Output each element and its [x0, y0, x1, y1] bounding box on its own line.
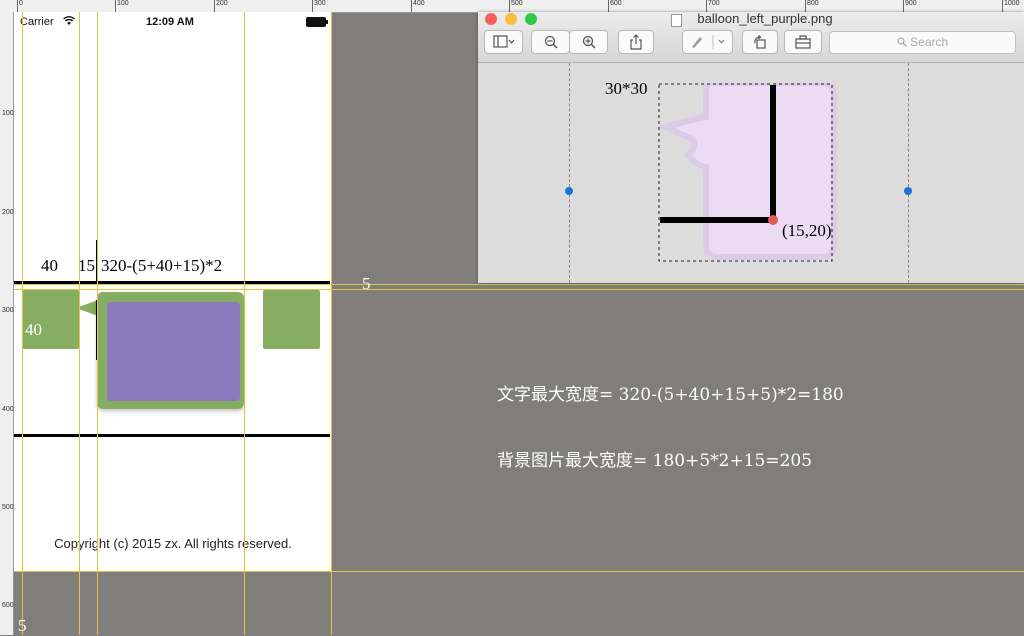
- anchor-point: [768, 215, 778, 225]
- markup-button[interactable]: [682, 30, 733, 54]
- ruler-label: 0: [19, 0, 23, 7]
- guide-dashed-line: [908, 63, 909, 283]
- zoom-out-icon: [544, 35, 558, 49]
- note-text-max-width: 文字最大宽度= 320-(5+40+15+5)*2=180: [497, 385, 844, 405]
- ruler-label: 400: [2, 406, 14, 413]
- ruler-tick: [411, 0, 412, 12]
- guide-line: [97, 12, 98, 635]
- window-title: balloon_left_purple.png: [697, 11, 833, 26]
- avatar-size-label: 40: [25, 320, 42, 339]
- ruler-label: 700: [708, 0, 720, 7]
- guide-line: [14, 284, 1024, 285]
- ruler-label: 600: [2, 602, 14, 609]
- bubble-text-area: [107, 302, 240, 401]
- guide-dashed-line: [569, 63, 570, 283]
- search-icon: [897, 37, 907, 47]
- measure-label-15: 15: [78, 256, 95, 275]
- guide-handle[interactable]: [904, 187, 912, 195]
- guide-line: [14, 289, 1024, 290]
- guide-line: [22, 12, 23, 635]
- ruler-label: 600: [610, 0, 622, 7]
- pen-icon: [691, 35, 724, 49]
- ruler-label: 500: [511, 0, 523, 7]
- share-icon: [630, 34, 642, 50]
- ruler-tick: [214, 0, 215, 12]
- ruler-label: 1000: [1004, 0, 1020, 7]
- sidebar-button[interactable]: [484, 30, 523, 54]
- ruler-label: 400: [413, 0, 425, 7]
- ruler-label: 200: [216, 0, 228, 7]
- guide-handle[interactable]: [565, 187, 573, 195]
- ruler-label: 200: [2, 209, 14, 216]
- sidebar-icon: [492, 35, 514, 48]
- zoom-in-button[interactable]: [569, 30, 608, 54]
- wifi-icon: [63, 16, 75, 25]
- measure-label-5: 5: [362, 274, 371, 293]
- guide-line: [331, 12, 332, 635]
- ruler-label: 800: [807, 0, 819, 7]
- ruler-tick: [312, 0, 313, 12]
- ruler-label: 300: [314, 0, 326, 7]
- toolbox-icon: [795, 35, 811, 49]
- guide-line: [14, 571, 1024, 572]
- measure-label-formula: 320-(5+40+15)*2: [101, 256, 223, 275]
- carrier-label: Carrier: [20, 16, 54, 28]
- toolbox-button[interactable]: [784, 30, 822, 54]
- search-field[interactable]: Search: [829, 31, 1016, 54]
- zoom-out-button[interactable]: [531, 30, 570, 54]
- image-size-label: 30*30: [605, 79, 648, 98]
- rotate-icon: [754, 35, 766, 49]
- copyright-text: Copyright (c) 2015 zx. All rights reserv…: [54, 536, 292, 551]
- left-ruler: 100 200 300 400 500 600: [0, 12, 14, 635]
- preview-window: balloon_left_purple.png Search 30*30 (15…: [478, 11, 1024, 283]
- zoom-in-icon: [582, 35, 596, 49]
- right-avatar: [263, 290, 320, 349]
- ruler-label: 300: [2, 307, 14, 314]
- ruler-label: 100: [117, 0, 129, 7]
- share-button[interactable]: [618, 30, 654, 54]
- ruler-label: 100: [2, 110, 14, 117]
- measure-bar-bottom: [14, 434, 330, 437]
- note-bg-max-width: 背景图片最大宽度= 180+5*2+15=205: [497, 451, 813, 471]
- guide-line: [244, 12, 245, 635]
- measure-label-40: 40: [41, 256, 58, 275]
- anchor-point-label: (15,20): [782, 221, 832, 240]
- ruler-label: 900: [905, 0, 917, 7]
- title-bar: balloon_left_purple.png Search: [478, 11, 1024, 63]
- rotate-button[interactable]: [742, 30, 778, 54]
- search-placeholder: Search: [910, 35, 949, 49]
- image-canvas: 30*30 (15,20): [478, 63, 1024, 283]
- ruler-label: 500: [2, 504, 14, 511]
- status-time: 12:09 AM: [146, 16, 194, 28]
- ruler-tick: [115, 0, 116, 12]
- ruler-tick: [17, 0, 18, 12]
- battery-icon: [306, 17, 328, 27]
- bottom-margin-label: 5: [18, 616, 27, 635]
- guide-line: [79, 12, 80, 635]
